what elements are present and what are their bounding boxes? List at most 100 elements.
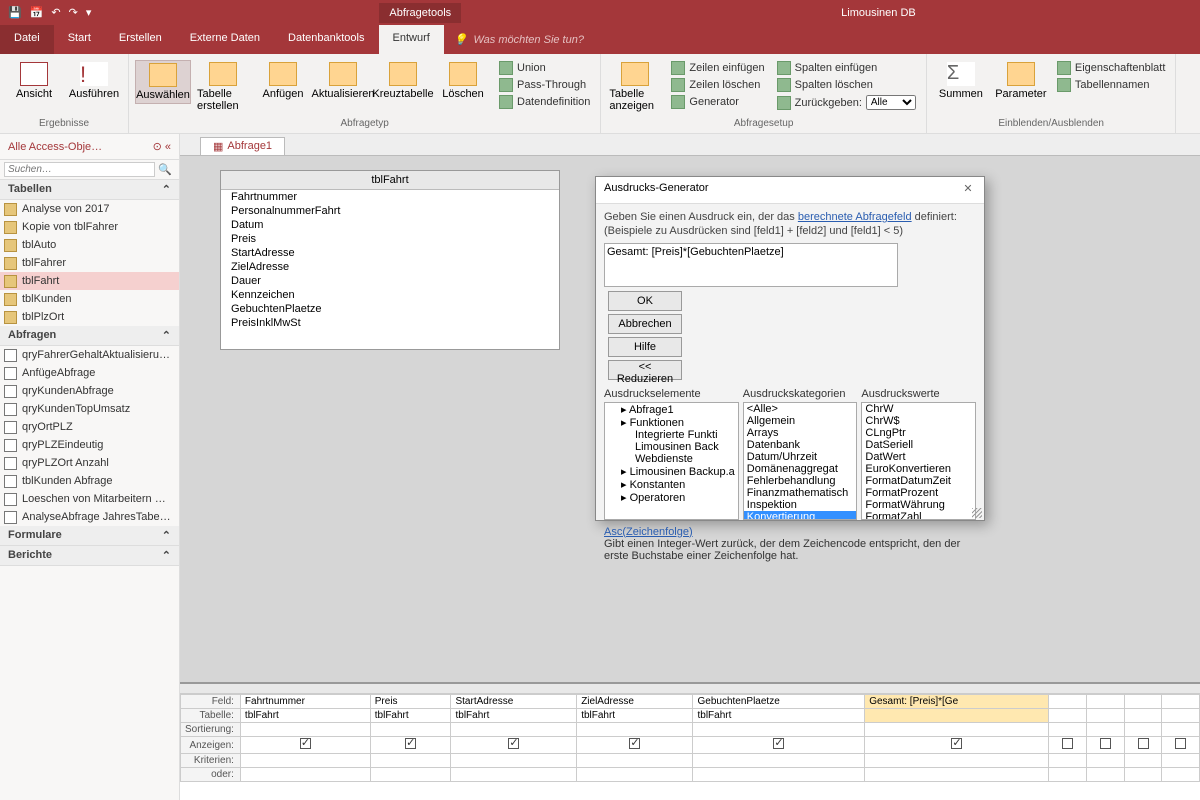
qbe-cell[interactable] <box>1087 737 1125 754</box>
nav-item[interactable]: qryKundenAbfrage <box>0 382 179 400</box>
field-item[interactable]: PersonalnummerFahrt <box>221 204 559 218</box>
nav-item[interactable]: tblFahrt <box>0 272 179 290</box>
category-item[interactable]: Datum/Uhrzeit <box>744 451 857 463</box>
qbe-cell[interactable] <box>1049 709 1087 723</box>
qbe-cell[interactable]: Gesamt: [Preis]*[Ge <box>865 695 1049 709</box>
qbe-cell[interactable] <box>1087 695 1125 709</box>
nav-item[interactable]: qryKundenTopUmsatz <box>0 400 179 418</box>
qbe-cell[interactable] <box>240 737 370 754</box>
value-item[interactable]: FormatZahl <box>862 511 975 520</box>
qbe-cell[interactable] <box>1124 695 1162 709</box>
resize-grip-icon[interactable] <box>972 508 982 518</box>
value-item[interactable]: FormatWährung <box>862 499 975 511</box>
delete-cols-button[interactable]: Spalten löschen <box>773 77 920 93</box>
tab-erstellen[interactable]: Erstellen <box>105 25 176 54</box>
expression-elements-tree[interactable]: ▸ Abfrage1▸ FunktionenIntegrierte Funkti… <box>604 402 739 520</box>
qbe-cell[interactable]: tblFahrt <box>240 709 370 723</box>
field-item[interactable]: GebuchtenPlaetze <box>221 302 559 316</box>
qbe-cell[interactable] <box>1049 754 1087 768</box>
qbe-cell[interactable] <box>865 768 1049 782</box>
value-item[interactable]: DatSeriell <box>862 439 975 451</box>
qbe-cell[interactable] <box>577 768 693 782</box>
field-list[interactable]: FahrtnummerPersonalnummerFahrtDatum Preis… <box>221 190 559 340</box>
expression-values-list[interactable]: ChrWChrW$CLngPtrDatSeriellDatWertEuroKon… <box>861 402 976 520</box>
qbe-cell[interactable]: tblFahrt <box>577 709 693 723</box>
qbe-cell[interactable] <box>1124 737 1162 754</box>
cancel-button[interactable]: Abbrechen <box>608 314 682 334</box>
nav-item[interactable]: tblKunden Abfrage <box>0 472 179 490</box>
tab-start[interactable]: Start <box>54 25 105 54</box>
qbe-cell[interactable] <box>577 737 693 754</box>
view-button[interactable]: Ansicht <box>6 60 62 102</box>
tree-item[interactable]: ▸ Abfrage1 <box>605 403 738 416</box>
category-item[interactable]: Inspektion <box>744 499 857 511</box>
qbe-cell[interactable] <box>1162 737 1200 754</box>
qbe-cell[interactable] <box>693 754 865 768</box>
qbe-cell[interactable] <box>1087 754 1125 768</box>
value-item[interactable]: DatWert <box>862 451 975 463</box>
nav-item[interactable]: tblFahrer <box>0 254 179 272</box>
qbe-cell[interactable] <box>451 723 577 737</box>
category-item[interactable]: Fehlerbehandlung <box>744 475 857 487</box>
help-button[interactable]: Hilfe <box>608 337 682 357</box>
qbe-cell[interactable]: tblFahrt <box>693 709 865 723</box>
qbe-cell[interactable] <box>1087 768 1125 782</box>
qbe-cell[interactable] <box>693 768 865 782</box>
select-query-button[interactable]: Auswählen <box>135 60 191 104</box>
datadef-button[interactable]: Datendefinition <box>495 94 594 110</box>
function-syntax-link[interactable]: Asc(Zeichenfolge) <box>604 526 693 538</box>
value-item[interactable]: FormatProzent <box>862 487 975 499</box>
insert-cols-button[interactable]: Spalten einfügen <box>773 60 920 76</box>
qbe-cell[interactable] <box>240 723 370 737</box>
category-item[interactable]: Arrays <box>744 427 857 439</box>
qbe-cell[interactable] <box>1049 768 1087 782</box>
tree-item[interactable]: Webdienste <box>605 453 738 465</box>
append-button[interactable]: Anfügen <box>255 60 311 102</box>
qbe-cell[interactable] <box>1162 695 1200 709</box>
field-item[interactable]: Fahrtnummer <box>221 190 559 204</box>
tree-item[interactable]: Integrierte Funkti <box>605 429 738 441</box>
qbe-cell[interactable] <box>1124 768 1162 782</box>
qbe-cell[interactable]: Fahrtnummer <box>240 695 370 709</box>
reduce-button[interactable]: << Reduzieren <box>608 360 682 380</box>
field-item[interactable]: PreisInklMwSt <box>221 316 559 330</box>
field-item[interactable]: Datum <box>221 218 559 232</box>
qbe-cell[interactable] <box>693 723 865 737</box>
nav-item[interactable]: tblAuto <box>0 236 179 254</box>
nav-group[interactable]: Tabellen⌃ <box>0 180 179 200</box>
qa-save-icon[interactable]: 💾 <box>8 6 22 19</box>
qbe-cell[interactable] <box>865 723 1049 737</box>
update-button[interactable]: Aktualisieren <box>315 60 371 102</box>
builder-button[interactable]: Generator <box>667 94 768 110</box>
chevron-icon[interactable]: ⊙ « <box>153 140 171 153</box>
close-icon[interactable]: ✕ <box>960 182 976 198</box>
qbe-cell[interactable] <box>451 754 577 768</box>
qbe-cell[interactable] <box>370 754 451 768</box>
qbe-cell[interactable]: StartAdresse <box>451 695 577 709</box>
qbe-cell[interactable] <box>1087 709 1125 723</box>
nav-item[interactable]: qryOrtPLZ <box>0 418 179 436</box>
qbe-cell[interactable] <box>1049 695 1087 709</box>
category-item[interactable]: Domänenaggregat <box>744 463 857 475</box>
make-table-button[interactable]: Tabelle erstellen <box>195 60 251 114</box>
field-item[interactable]: Kennzeichen <box>221 288 559 302</box>
splitter[interactable] <box>180 684 1200 694</box>
show-table-button[interactable]: Tabelle anzeigen <box>607 60 663 114</box>
qa-undo-icon[interactable]: ↶ <box>51 6 60 19</box>
category-item[interactable]: Finanzmathematisch <box>744 487 857 499</box>
tell-me[interactable]: 💡 Was möchten Sie tun? <box>444 25 594 54</box>
insert-rows-button[interactable]: Zeilen einfügen <box>667 60 768 76</box>
value-item[interactable]: FormatDatumZeit <box>862 475 975 487</box>
qbe-cell[interactable] <box>693 737 865 754</box>
qbe-cell[interactable]: tblFahrt <box>451 709 577 723</box>
qbe-cell[interactable] <box>240 768 370 782</box>
qbe-cell[interactable] <box>865 754 1049 768</box>
qbe-cell[interactable] <box>865 737 1049 754</box>
qbe-cell[interactable] <box>370 768 451 782</box>
value-item[interactable]: CLngPtr <box>862 427 975 439</box>
qbe-cell[interactable] <box>240 754 370 768</box>
nav-item[interactable]: qryPLZOrt Anzahl <box>0 454 179 472</box>
nav-group[interactable]: Berichte⌃ <box>0 546 179 566</box>
nav-item[interactable]: AnfügeAbfrage <box>0 364 179 382</box>
field-item[interactable]: Dauer <box>221 274 559 288</box>
